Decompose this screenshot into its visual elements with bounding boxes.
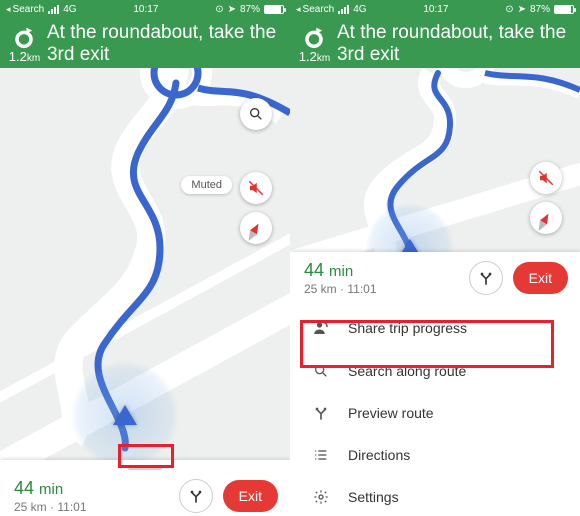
compass-button[interactable] xyxy=(530,202,562,234)
speaker-muted-icon xyxy=(247,179,265,197)
trip-distance: 25 km xyxy=(304,282,337,296)
battery-icon xyxy=(264,5,284,14)
route-fork-icon xyxy=(478,270,494,286)
exit-button[interactable]: Exit xyxy=(223,480,278,512)
status-time: 10:17 xyxy=(423,4,448,15)
roundabout-icon xyxy=(300,23,328,51)
direction-distance-unit: km xyxy=(27,53,40,64)
battery-icon xyxy=(554,5,574,14)
route-fork-icon xyxy=(188,488,204,504)
menu-directions-label: Directions xyxy=(348,447,410,463)
map-view[interactable]: Muted xyxy=(0,68,290,460)
location-icon: ➤ xyxy=(228,4,236,15)
menu-preview-label: Preview route xyxy=(348,405,434,421)
arrival-time: 11:01 xyxy=(57,500,86,514)
direction-distance-unit: km xyxy=(317,53,330,64)
gear-icon xyxy=(310,489,332,505)
mute-button[interactable] xyxy=(530,162,562,194)
menu-share-trip[interactable]: Share trip progress xyxy=(290,306,580,350)
battery-pct: 87% xyxy=(240,4,260,15)
mute-button[interactable] xyxy=(240,172,272,204)
list-icon xyxy=(310,447,332,463)
eta-unit: min xyxy=(329,263,353,280)
signal-icon xyxy=(48,5,59,14)
heading-arrow-icon xyxy=(113,405,137,425)
direction-banner: 1.2km At the roundabout, take the 3rd ex… xyxy=(290,18,580,74)
location-icon: ➤ xyxy=(518,4,526,15)
search-map-button[interactable] xyxy=(240,98,272,130)
menu-directions[interactable]: Directions xyxy=(290,434,580,476)
direction-banner: 1.2km At the roundabout, take the 3rd ex… xyxy=(0,18,290,74)
menu-search-label: Search along route xyxy=(348,363,466,379)
search-icon xyxy=(248,106,264,122)
phone-expanded: Search 4G 10:17 ⊙ ➤ 87% 1.2km At the rou… xyxy=(290,0,580,516)
route-fork-icon xyxy=(310,405,332,421)
menu-settings[interactable]: Settings xyxy=(290,476,580,516)
muted-chip[interactable]: Muted xyxy=(181,176,232,194)
alt-routes-button[interactable] xyxy=(179,479,213,513)
phone-collapsed: Search 4G 10:17 ⊙ ➤ 87% 1.2km At the rou… xyxy=(0,0,290,516)
eta-block: 44 min 25 km · 11:01 xyxy=(304,260,377,296)
trip-menu: Share trip progress Search along route P… xyxy=(290,306,580,516)
arrival-time: 11:01 xyxy=(347,282,376,296)
roundabout-icon xyxy=(10,23,38,51)
alt-routes-button[interactable] xyxy=(469,261,503,295)
status-bar: Search 4G 10:17 ⊙ ➤ 87% xyxy=(290,0,580,18)
share-person-icon xyxy=(310,319,332,337)
direction-distance: 1.2 xyxy=(299,49,317,64)
menu-share-label: Share trip progress xyxy=(348,320,467,336)
menu-settings-label: Settings xyxy=(348,489,399,505)
status-bar: Search 4G 10:17 ⊙ ➤ 87% xyxy=(0,0,290,18)
direction-instruction: At the roundabout, take the 3rd exit xyxy=(47,22,280,66)
back-to-search[interactable]: Search xyxy=(296,4,334,15)
eta-unit: min xyxy=(39,481,63,498)
map-view[interactable] xyxy=(290,68,580,252)
eta-block: 44 min 25 km · 11:01 xyxy=(14,478,87,514)
network-label: 4G xyxy=(353,4,366,15)
speaker-muted-icon xyxy=(537,169,555,187)
alarm-icon: ⊙ xyxy=(505,4,513,15)
compass-icon xyxy=(248,217,265,238)
heading-arrow-icon xyxy=(400,239,420,252)
direction-distance: 1.2 xyxy=(9,49,27,64)
eta-value: 44 xyxy=(304,260,324,280)
signal-icon xyxy=(338,5,349,14)
status-time: 10:17 xyxy=(133,4,158,15)
back-to-search[interactable]: Search xyxy=(6,4,44,15)
compass-button[interactable] xyxy=(240,212,272,244)
alarm-icon: ⊙ xyxy=(215,4,223,15)
bottom-sheet-collapsed[interactable]: 44 min 25 km · 11:01 Exit xyxy=(0,460,290,516)
bottom-sheet-expanded[interactable]: 44 min 25 km · 11:01 Exit Share trip pro… xyxy=(290,252,580,516)
menu-preview-route[interactable]: Preview route xyxy=(290,392,580,434)
search-icon xyxy=(310,363,332,379)
eta-value: 44 xyxy=(14,478,34,498)
compass-icon xyxy=(538,207,555,228)
network-label: 4G xyxy=(63,4,76,15)
menu-search-route[interactable]: Search along route xyxy=(290,350,580,392)
trip-distance: 25 km xyxy=(14,500,47,514)
direction-instruction: At the roundabout, take the 3rd exit xyxy=(337,22,570,66)
battery-pct: 87% xyxy=(530,4,550,15)
exit-button[interactable]: Exit xyxy=(513,262,568,294)
location-puck xyxy=(70,360,180,460)
